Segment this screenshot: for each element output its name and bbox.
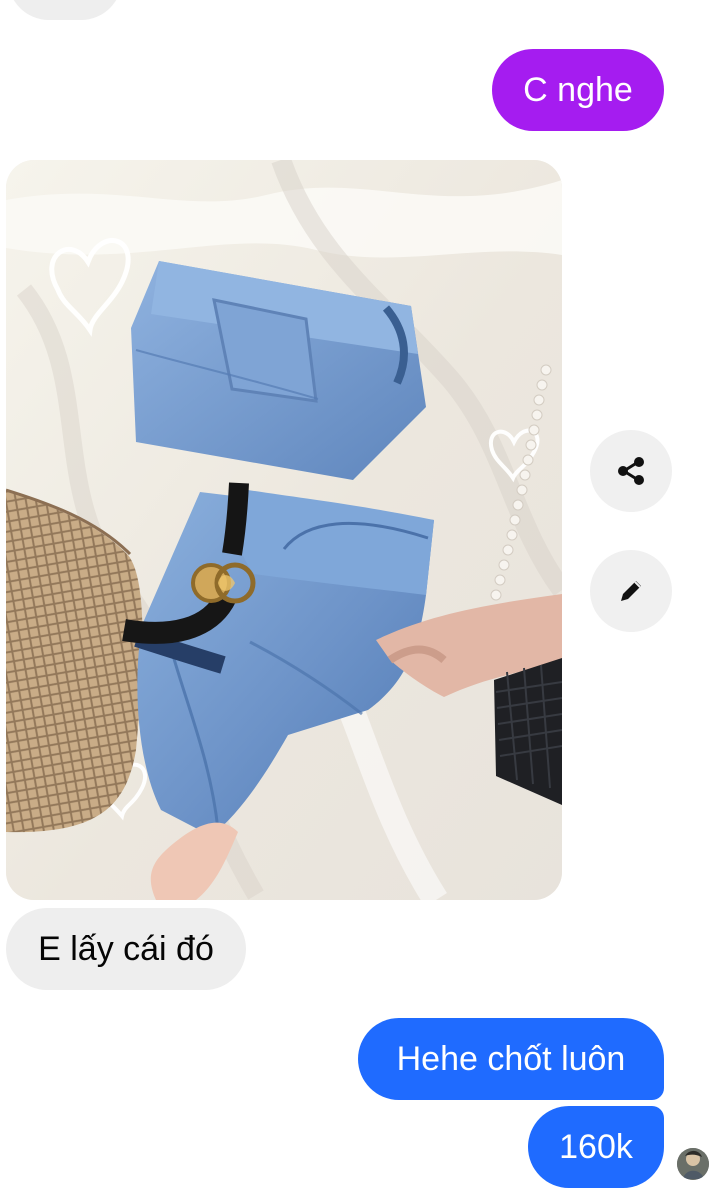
avatar-image [677,1148,709,1180]
outgoing-message-bubble[interactable]: C nghe [492,49,664,131]
denim-shorts-photo [6,160,562,900]
partial-incoming-bubble[interactable] [8,0,122,20]
share-button[interactable] [590,430,672,512]
message-text: 160k [559,1128,633,1166]
outgoing-message-bubble[interactable]: 160k [528,1106,664,1188]
outgoing-message-bubble[interactable]: Hehe chốt luôn [358,1018,664,1100]
share-icon [618,457,644,485]
pencil-icon [621,581,641,601]
message-text: Hehe chốt luôn [396,1040,626,1078]
incoming-message-bubble[interactable]: E lấy cái đó [6,908,246,990]
message-text: C nghe [523,71,633,109]
edit-button[interactable] [590,550,672,632]
photo-message[interactable] [6,160,562,900]
message-text: E lấy cái đó [38,930,214,968]
avatar[interactable] [677,1148,709,1180]
